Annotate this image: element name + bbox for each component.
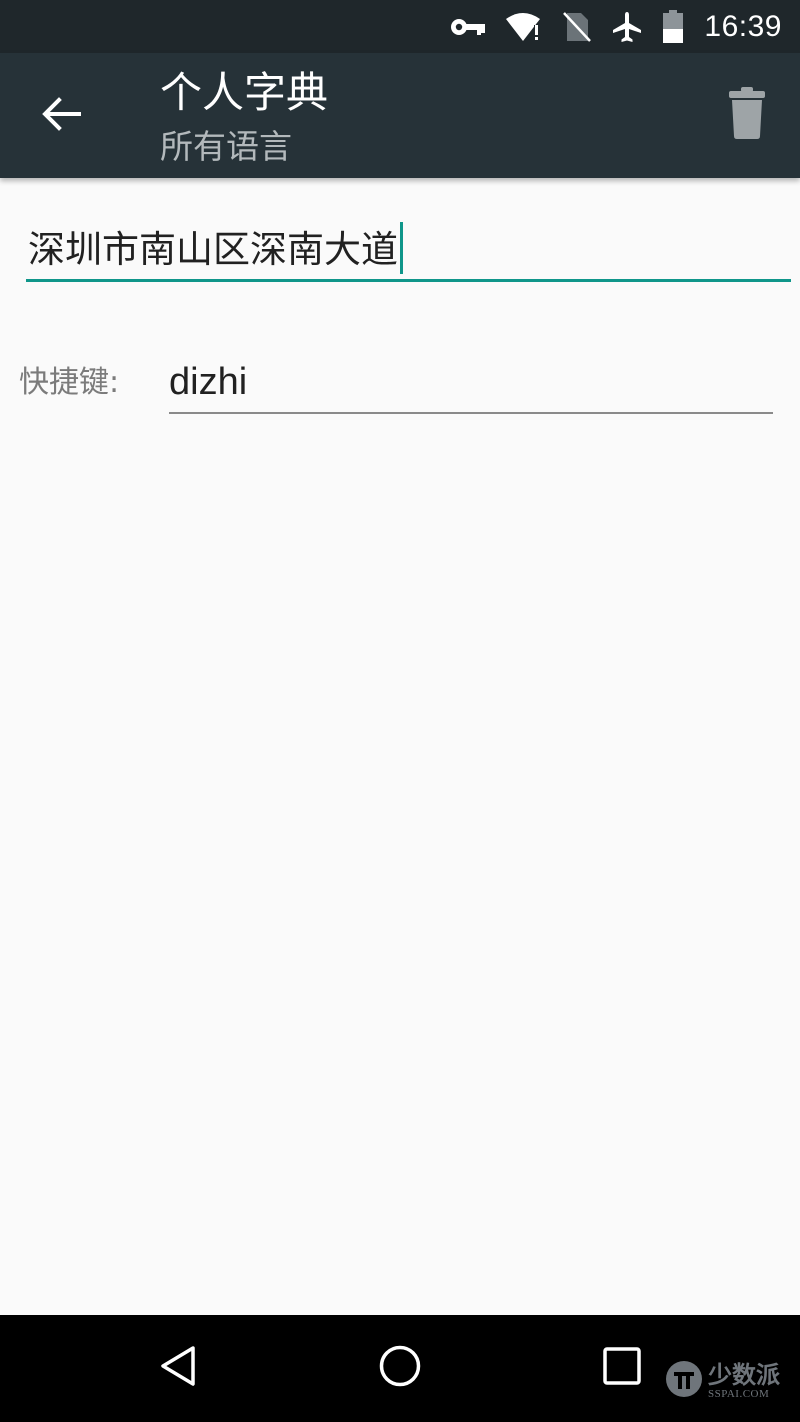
word-input-value: 深圳市南山区深南大道 (28, 228, 398, 271)
word-input[interactable]: 深圳市南山区深南大道 (26, 212, 791, 282)
shortcut-label: 快捷键: (19, 365, 120, 400)
status-icons: 16:39 (450, 0, 782, 53)
wifi-alert-icon (504, 11, 544, 43)
vpn-key-icon (450, 16, 486, 38)
trash-icon (727, 86, 767, 144)
circle-home-icon (378, 1344, 422, 1392)
delete-button[interactable] (716, 81, 778, 149)
watermark-sub: SSPAI.COM (708, 1388, 770, 1400)
nav-back-button[interactable] (143, 1333, 213, 1403)
page-subtitle: 所有语言 (160, 127, 292, 166)
status-bar: 16:39 (0, 0, 800, 53)
no-sim-icon (562, 11, 592, 43)
text-cursor (400, 222, 403, 274)
airplane-icon (610, 10, 644, 44)
toolbar: 个人字典 所有语言 (0, 53, 800, 178)
nav-home-button[interactable] (365, 1333, 435, 1403)
shortcut-input-value: dizhi (169, 361, 248, 403)
shortcut-input[interactable]: dizhi (169, 352, 773, 414)
page-title: 个人字典 (160, 68, 329, 117)
nav-recents-button[interactable] (587, 1333, 657, 1403)
square-recents-icon (602, 1346, 642, 1390)
watermark-main: 少数派 (708, 1361, 780, 1389)
watermark: 少数派 SSPAI.COM (664, 1358, 780, 1404)
word-input-text: 深圳市南山区深南大道 (28, 222, 403, 274)
status-time: 16:39 (704, 9, 782, 43)
watermark-text: 少数派 SSPAI.COM (708, 1362, 780, 1400)
battery-icon (662, 9, 684, 44)
watermark-logo-icon (664, 1359, 704, 1403)
triangle-back-icon (158, 1344, 198, 1392)
arrow-left-icon (41, 96, 81, 136)
back-button[interactable] (30, 85, 92, 147)
